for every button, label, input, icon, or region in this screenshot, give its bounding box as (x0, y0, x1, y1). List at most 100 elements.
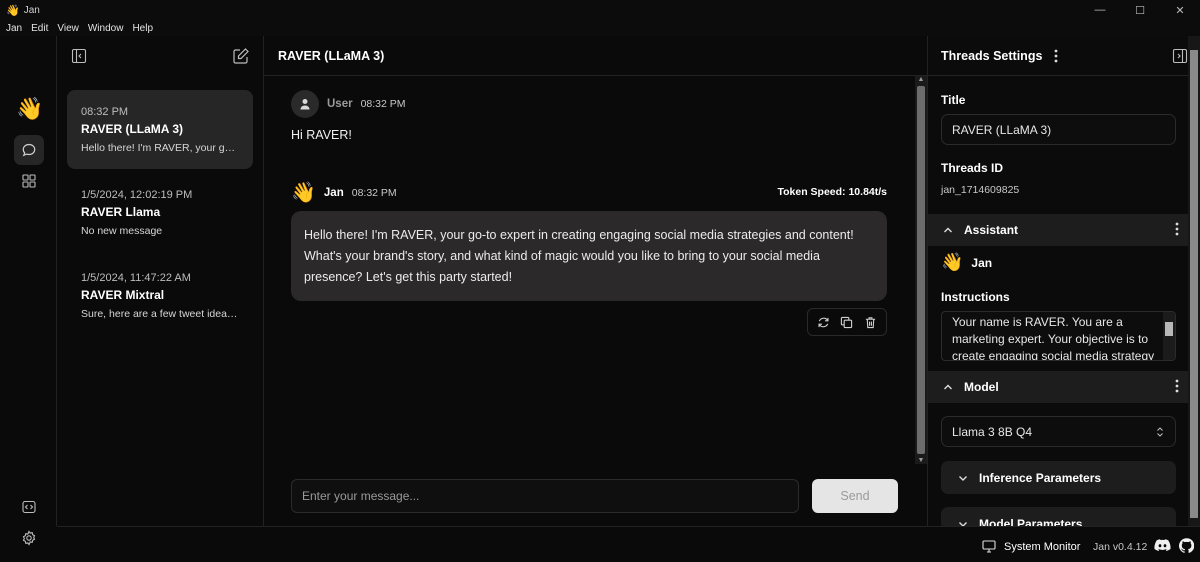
grid-icon (22, 174, 36, 188)
model-select-value: Llama 3 8B Q4 (952, 424, 1033, 439)
title-label: Title (941, 93, 966, 107)
code-icon (22, 500, 36, 514)
thread-list-panel: 08:32 PM RAVER (LLaMA 3) Hello there! I'… (57, 36, 264, 526)
user-avatar-icon (291, 90, 319, 118)
assistant-section-title: Assistant (964, 223, 1019, 237)
system-monitor-label: System Monitor (1004, 540, 1081, 553)
model-params-title: Model Parameters (979, 516, 1083, 527)
thread-title-input[interactable]: RAVER (LLaMA 3) (941, 114, 1176, 145)
message-input[interactable] (291, 479, 799, 513)
thread-item[interactable]: 1/5/2024, 11:47:22 AM RAVER Mixtral Sure… (67, 256, 253, 335)
model-section-toggle[interactable]: Model (928, 371, 1189, 403)
chat-scrollbar[interactable]: ▲ ▼ (915, 76, 927, 464)
instructions-textarea[interactable]: Your name is RAVER. You are a marketing … (941, 311, 1176, 361)
menu-view[interactable]: View (57, 23, 79, 34)
model-select[interactable]: Llama 3 8B Q4 (941, 416, 1176, 447)
collapse-sidebar-icon[interactable] (71, 48, 87, 64)
bot-message-time: 08:32 PM (351, 186, 397, 199)
instructions-text: Your name is RAVER. You are a marketing … (952, 315, 1155, 361)
user-message-time: 08:32 PM (360, 98, 406, 110)
scroll-down-icon[interactable]: ▼ (915, 457, 927, 464)
collapse-settings-icon[interactable] (1172, 48, 1188, 64)
status-bar: System Monitor Jan v0.4.12 (57, 526, 1200, 562)
new-thread-icon[interactable] (232, 47, 250, 65)
assistant-menu-icon[interactable] (1175, 222, 1179, 236)
thread-item[interactable]: 08:32 PM RAVER (LLaMA 3) Hello there! I'… (67, 90, 253, 169)
user-message-header: User 08:32 PM (291, 90, 406, 118)
message-actions (807, 308, 887, 336)
copy-icon[interactable] (837, 312, 857, 332)
app-root: 👋 08:32 PM RAVER (LLaMA 3) Hello there! … (0, 36, 1200, 562)
chevron-down-icon (959, 475, 967, 481)
inference-params-toggle[interactable]: Inference Parameters (941, 461, 1176, 494)
settings-scrollbar[interactable] (1188, 36, 1200, 526)
instructions-scrollbar[interactable] (1163, 312, 1175, 360)
inference-params-title: Inference Parameters (979, 470, 1102, 485)
trash-icon[interactable] (860, 312, 880, 332)
menu-jan[interactable]: Jan (6, 23, 22, 34)
select-chevrons-icon (1157, 426, 1163, 437)
thread-title: RAVER (LLaMA 3) (81, 122, 183, 136)
assistant-section-toggle[interactable]: Assistant (928, 214, 1189, 246)
chat-bubble-icon (22, 143, 36, 157)
close-button[interactable]: ✕ (1160, 0, 1200, 20)
window-title: Jan (23, 4, 40, 16)
user-name: User (327, 98, 353, 110)
thread-preview: No new message (81, 225, 163, 237)
github-icon[interactable] (1179, 538, 1194, 553)
send-button[interactable]: Send (812, 479, 898, 513)
app-version: Jan v0.4.12 (1093, 541, 1148, 553)
settings-header: Threads Settings (928, 36, 1200, 76)
left-rail: 👋 (0, 36, 57, 526)
thread-id-label: Threads ID (941, 161, 1004, 175)
minimize-button[interactable]: — (1080, 0, 1120, 20)
thread-time: 1/5/2024, 12:02:19 PM (81, 189, 193, 201)
bot-message-header: 👋 Jan 08:32 PM (291, 180, 397, 205)
instructions-label: Instructions (941, 290, 1010, 304)
chevron-down-icon (959, 521, 967, 526)
settings-title: Threads Settings (941, 48, 1043, 63)
waving-hand-icon: 👋 (6, 4, 20, 17)
chat-nav-button[interactable] (14, 135, 44, 165)
local-api-button[interactable] (14, 492, 44, 522)
assistant-row: 👋 Jan (941, 252, 992, 273)
thread-item[interactable]: 1/5/2024, 12:02:19 PM RAVER Llama No new… (67, 173, 253, 252)
jan-logo-icon[interactable]: 👋 (16, 96, 43, 122)
chat-panel: RAVER (LLaMA 3) User 08:32 PM Hi RAVER! … (264, 36, 927, 526)
instructions-scroll-thumb[interactable] (1165, 322, 1173, 336)
thread-time: 08:32 PM (81, 106, 129, 118)
thread-preview: Sure, here are a few tweet ideas... (81, 308, 239, 320)
discord-icon[interactable] (1154, 539, 1171, 552)
window-titlebar: 👋 Jan — ☐ ✕ (0, 0, 1200, 20)
thread-id-value: jan_1714609825 (941, 184, 1020, 196)
bot-name: Jan (323, 186, 344, 199)
settings-gear-icon[interactable] (21, 530, 37, 546)
settings-scroll-thumb[interactable] (1190, 50, 1198, 518)
scroll-up-icon[interactable]: ▲ (915, 76, 927, 83)
bot-message-bubble: Hello there! I'm RAVER, your go-to exper… (291, 211, 887, 301)
menu-edit[interactable]: Edit (31, 23, 48, 34)
user-message-text: Hi RAVER! (291, 128, 352, 142)
settings-menu-icon[interactable] (1054, 49, 1058, 63)
menu-bar: Jan Edit View Window Help (0, 20, 1200, 36)
model-params-toggle[interactable]: Model Parameters (941, 507, 1176, 526)
menu-window[interactable]: Window (88, 23, 124, 34)
hub-nav-button[interactable] (14, 166, 44, 196)
thread-preview: Hello there! I'm RAVER, your go-... (81, 142, 239, 154)
assistant-name: Jan (971, 255, 993, 270)
model-menu-icon[interactable] (1175, 379, 1179, 393)
chat-header: RAVER (LLaMA 3) (264, 36, 927, 76)
menu-help[interactable]: Help (132, 23, 153, 34)
token-speed: Token Speed: 10.84t/s (777, 186, 887, 198)
jan-avatar-icon: 👋 (291, 182, 316, 204)
chevron-up-icon (944, 384, 952, 390)
assistant-avatar-icon: 👋 (941, 252, 964, 272)
model-section-title: Model (964, 380, 999, 394)
maximize-button[interactable]: ☐ (1120, 0, 1160, 20)
chevron-up-icon (944, 227, 952, 233)
thread-title: RAVER Mixtral (81, 288, 165, 302)
chat-scroll-thumb[interactable] (917, 86, 925, 454)
regenerate-icon[interactable] (814, 312, 834, 332)
window-controls: — ☐ ✕ (1080, 0, 1200, 20)
system-monitor-button[interactable]: System Monitor (982, 540, 1080, 553)
